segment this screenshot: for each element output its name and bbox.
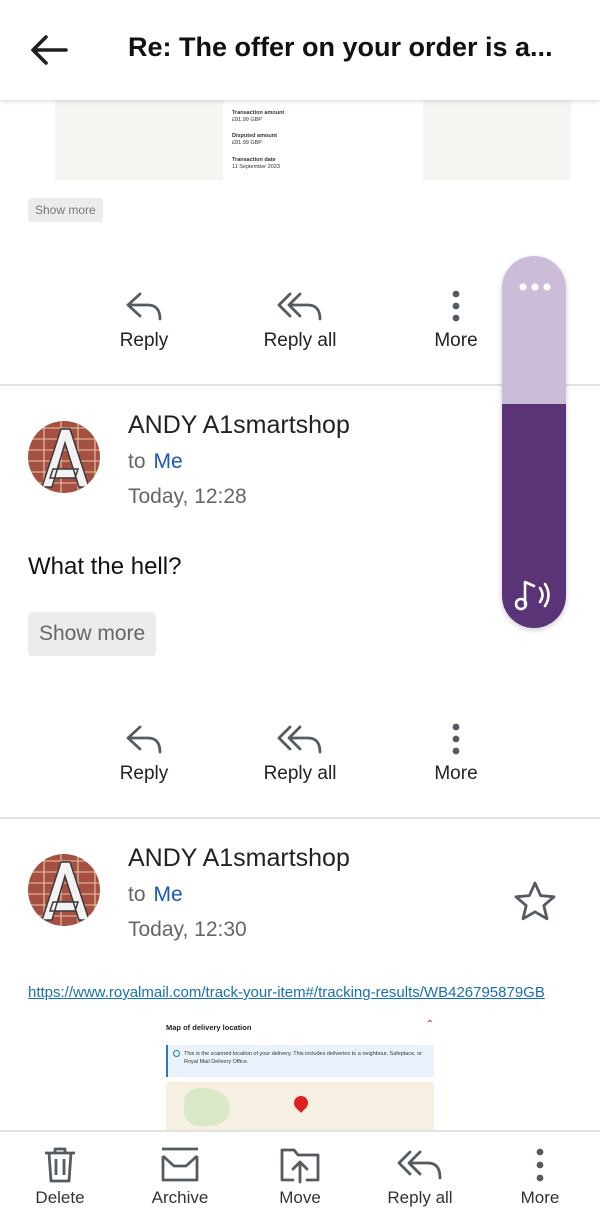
bottom-toolbar: Delete Archive Move Reply all More [0, 1130, 600, 1228]
more-vertical-icon [452, 290, 460, 322]
delivery-map-card: Map of delivery location ⌃ This is the s… [164, 1015, 436, 1130]
email-subject: Re: The offer on your order is a... [128, 32, 553, 62]
previous-email-image [55, 100, 571, 180]
divider [0, 817, 600, 819]
reply-all-icon [397, 1150, 442, 1180]
letter-a-logo-icon [40, 428, 91, 488]
chevron-up-icon[interactable]: ⌃ [426, 1019, 434, 1030]
reply-icon [126, 292, 162, 321]
back-arrow-icon [31, 35, 68, 65]
trash-icon [45, 1147, 75, 1183]
back-button[interactable] [28, 28, 84, 72]
recipient-name: Me [153, 450, 183, 473]
map-title: Map of delivery location [166, 1023, 252, 1032]
more-button[interactable]: More [480, 1146, 600, 1208]
reply-all-button[interactable]: Reply all [360, 1146, 480, 1208]
sender-name: ANDY A1smartshop [128, 844, 350, 872]
more-button[interactable]: More [396, 723, 516, 785]
reply-icon [126, 725, 162, 754]
delete-button[interactable]: Delete [0, 1146, 120, 1208]
show-more-button[interactable]: Show more [28, 612, 157, 656]
tracking-link[interactable]: https://www.royalmail.com/track-your-ite… [28, 984, 545, 1001]
letter-a-logo-icon [40, 861, 91, 921]
avatar[interactable] [28, 421, 100, 493]
message-actions: Reply Reply all More [0, 723, 600, 803]
widget-menu[interactable] [502, 256, 566, 404]
message-date: Today, 12:30 [128, 918, 247, 941]
app-header: Re: The offer on your order is a... [0, 0, 600, 100]
recipient-line[interactable]: to Me [128, 883, 183, 907]
transaction-amount-label: Transaction amount [232, 110, 285, 116]
more-vertical-icon [536, 1148, 544, 1182]
archive-icon [161, 1147, 199, 1182]
recipient-name: Me [153, 883, 183, 906]
disputed-amount: £81.99 GBP [232, 140, 262, 146]
reply-all-button[interactable]: Reply all [240, 723, 360, 785]
transaction-amount: £81.99 GBP [232, 117, 262, 123]
location-pin-icon [291, 1093, 311, 1113]
reply-button[interactable]: Reply [84, 290, 204, 352]
info-icon [173, 1050, 180, 1057]
disputed-amount-label: Disputed amount [232, 133, 277, 139]
archive-button[interactable]: Archive [120, 1146, 240, 1208]
reply-button[interactable]: Reply [84, 723, 204, 785]
more-horizontal-icon[interactable] [518, 282, 552, 292]
reply-all-button[interactable]: Reply all [240, 290, 360, 352]
message-date: Today, 12:28 [128, 485, 247, 508]
recipient-line[interactable]: to Me [128, 450, 183, 474]
avatar[interactable] [28, 854, 100, 926]
sender-name: ANDY A1smartshop [128, 411, 350, 439]
more-button[interactable]: More [396, 290, 516, 352]
map-info-box: This is the scanned location of your del… [166, 1045, 434, 1077]
move-folder-icon [280, 1148, 320, 1184]
delivery-map[interactable] [166, 1082, 434, 1130]
move-button[interactable]: Move [240, 1146, 360, 1208]
transaction-date: 11 September 2023 [232, 164, 280, 170]
reply-all-icon [277, 292, 322, 321]
reply-all-icon [277, 725, 322, 754]
show-more-button[interactable]: Show more [28, 198, 103, 222]
audio-widget[interactable] [502, 256, 566, 628]
music-note-icon[interactable] [514, 576, 556, 614]
transaction-date-label: Transaction date [232, 157, 276, 163]
more-vertical-icon [452, 723, 460, 755]
star-icon[interactable] [512, 880, 558, 922]
message-body: What the hell? [28, 553, 182, 580]
